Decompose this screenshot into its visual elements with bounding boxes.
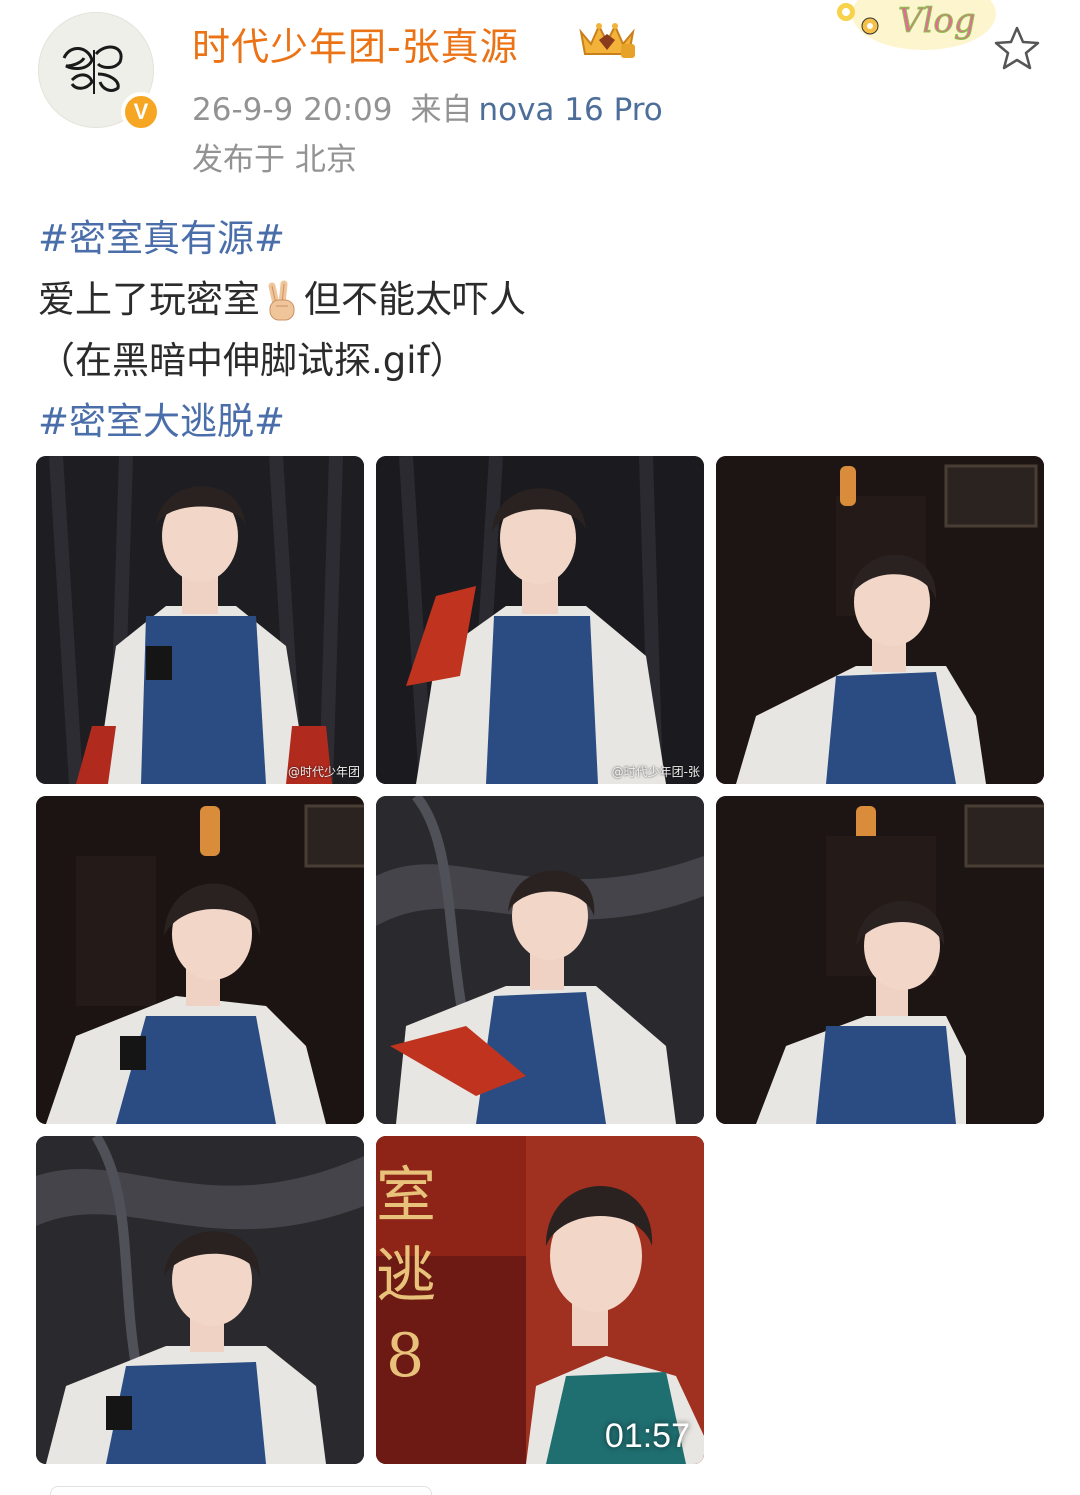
- photo-thumbnail[interactable]: [36, 1136, 364, 1464]
- username[interactable]: 时代少年团-张真源: [192, 16, 519, 71]
- svg-text:室: 室: [376, 1161, 436, 1231]
- device-link[interactable]: nova 16 Pro: [478, 92, 662, 128]
- vlog-decoration-icon: Vlog: [837, 0, 996, 50]
- video-duration: 01:57: [604, 1417, 690, 1455]
- vlog-text: Vlog: [898, 1, 976, 41]
- photo-thumbnail[interactable]: [36, 796, 364, 1124]
- photo-watermark: @时代少年团-张: [611, 765, 700, 779]
- svg-text:8: 8: [386, 1321, 424, 1391]
- photo-thumbnail[interactable]: [376, 796, 704, 1124]
- post-content: #密室真有源# 爱上了玩密室 但不能太吓人 （在黑暗中伸脚试探.gif） #密室…: [38, 208, 1048, 452]
- post-text-gif: （在黑暗中伸脚试探.gif）: [38, 339, 467, 382]
- from-label: 来自: [410, 92, 473, 128]
- post-meta: 26-9-9 20:09 来自 nova 16 Pro: [192, 84, 663, 129]
- photo-thumbnail[interactable]: [716, 796, 1044, 1124]
- post-text-line: 爱上了玩密室 但不能太吓人: [38, 269, 1048, 330]
- topic-link[interactable]: #密室大逃脱#: [38, 391, 1048, 452]
- post-timestamp: 26-9-9 20:09: [192, 92, 393, 128]
- photo-thumbnail[interactable]: @时代少年团-张: [376, 456, 704, 784]
- star-icon[interactable]: [992, 24, 1042, 74]
- post-text: 但不能太吓人: [304, 278, 526, 321]
- video-thumbnail[interactable]: 室 逃 8 01:57: [376, 1136, 704, 1464]
- svg-text:逃: 逃: [376, 1241, 436, 1311]
- verified-v-icon: V: [121, 92, 161, 132]
- post-text: 爱上了玩密室: [38, 278, 260, 321]
- butterfly-logo-icon: [62, 45, 123, 94]
- post-header: V 时代少年团-张真源 26-9-9 20:09 来自 nova 16 Pro 发布…: [0, 0, 1080, 190]
- photo-thumbnail[interactable]: [716, 456, 1044, 784]
- photo-thumbnail[interactable]: @时代少年团: [36, 456, 364, 784]
- topic-link[interactable]: #密室真有源#: [38, 208, 1048, 269]
- post-location: 发布于 北京: [192, 142, 357, 178]
- photo-watermark: @时代少年团: [287, 765, 360, 779]
- crown-badge-icon[interactable]: [577, 18, 637, 62]
- victory-hand-emoji: [268, 280, 295, 320]
